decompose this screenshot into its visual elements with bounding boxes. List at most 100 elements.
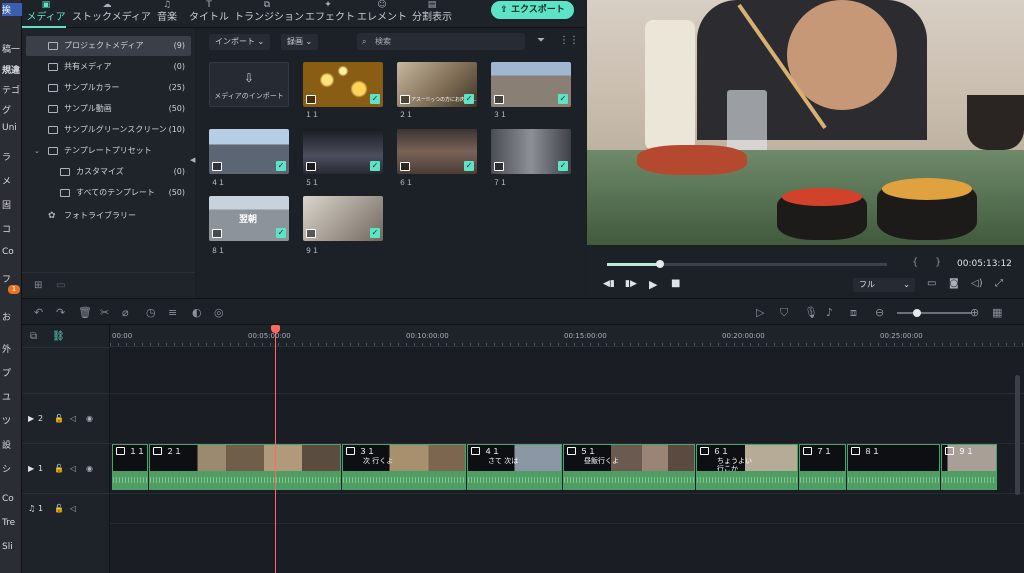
microphone-icon[interactable]: 🎙 — [804, 306, 818, 319]
folder-icon[interactable]: ▭ — [56, 280, 65, 291]
speaker-icon[interactable]: ◁ — [70, 504, 76, 513]
redo-icon[interactable]: ↷ — [56, 306, 65, 319]
adjust-icon[interactable]: ≡ — [168, 306, 177, 319]
play-icon[interactable]: ▶ — [649, 278, 657, 291]
mark-out-icon[interactable]: } — [935, 257, 941, 268]
sidebar-item-sample-colors[interactable]: サンプルカラー (25) — [26, 78, 191, 98]
sidebar-item-customize[interactable]: カスタマイズ (0) — [26, 162, 191, 182]
track-header-video-1[interactable]: ▶ 1 🔓 ◁ ◉ — [22, 443, 110, 493]
sidebar-item-template-presets[interactable]: ⌄ テンプレートプリセット — [26, 141, 191, 161]
subtitle-icon[interactable]: ⧈ — [850, 306, 857, 320]
tag-icon[interactable]: ⌀ — [122, 306, 129, 319]
zoom-in-icon[interactable]: ⊕ — [970, 306, 979, 319]
collapse-panel-icon[interactable]: ◀ — [190, 156, 195, 164]
track-header-video-2[interactable]: ▶ 2 🔓 ◁ ◉ — [22, 393, 110, 443]
stop-icon[interactable]: ■ — [671, 278, 680, 289]
timeline-clip[interactable]: ３１ 次 行くよ — [342, 444, 466, 490]
playhead-handle[interactable] — [271, 325, 280, 333]
media-thumbnail[interactable]: ✓ — [491, 129, 571, 174]
chevron-down-icon[interactable]: ⌄ — [34, 141, 40, 161]
timeline-clip[interactable]: ２１ — [149, 444, 341, 490]
playhead[interactable] — [275, 325, 276, 573]
step-back-icon[interactable]: ◀▮ — [603, 279, 615, 289]
eye-icon[interactable]: ◉ — [86, 414, 93, 423]
os-strip-label[interactable]: シ — [2, 462, 22, 475]
speed-icon[interactable]: ◷ — [146, 306, 156, 319]
os-strip-label[interactable]: 稿一 — [2, 42, 22, 55]
grid-icon[interactable]: ▦ — [992, 306, 1002, 319]
os-strip-label[interactable]: ラ — [2, 150, 22, 163]
undo-icon[interactable]: ↶ — [34, 306, 43, 319]
audio-mix-icon[interactable]: ♪ — [826, 306, 833, 319]
record-dropdown[interactable]: 録画 ⌄ — [281, 34, 319, 50]
monitor-icon[interactable]: ▭ — [927, 278, 936, 289]
media-thumbnail[interactable]: ✓ — [303, 129, 383, 174]
timeline-clip[interactable]: ４１ さて 次は — [467, 444, 562, 490]
os-strip-label[interactable]: 固 — [2, 198, 22, 211]
os-strip-label[interactable]: お — [2, 310, 22, 323]
color-match-icon[interactable]: ◐ — [192, 306, 202, 319]
lock-icon[interactable]: 🔓 — [54, 414, 64, 423]
tab-transitions[interactable]: ⧉ トランジション — [234, 0, 304, 28]
timeline-clip[interactable]: ６１ ちょうよい 行こか — [696, 444, 798, 490]
tab-music[interactable]: ♫ 音楽 — [150, 0, 184, 28]
os-strip-label[interactable]: プ — [2, 366, 22, 379]
render-icon[interactable]: ▷ — [756, 306, 764, 319]
os-strip-label[interactable]: ツ — [2, 414, 22, 427]
fullscreen-icon[interactable]: ⤢ — [995, 278, 1003, 289]
import-media-tile[interactable]: ⇩ メディアのインポート — [209, 62, 289, 107]
media-thumbnail[interactable]: 翌朝 ✓ — [209, 196, 289, 241]
speaker-icon[interactable]: ◁ — [70, 464, 76, 473]
os-strip-label[interactable]: メ — [2, 174, 22, 187]
sidebar-item-green-screen[interactable]: サンプルグリーンスクリーン (10) — [26, 120, 191, 140]
zoom-handle[interactable] — [913, 309, 921, 317]
grid-view-icon[interactable]: ⋮⋮ — [559, 35, 579, 46]
delete-icon[interactable]: 🗑 — [78, 306, 92, 319]
step-forward-icon[interactable]: ▮▶ — [625, 279, 637, 289]
add-track-icon[interactable]: ⧉ — [30, 331, 37, 342]
timeline-clip[interactable]: １１ — [112, 444, 148, 490]
os-strip-label[interactable]: コ — [2, 222, 22, 235]
link-icon[interactable]: ⛓ — [52, 331, 65, 342]
media-thumbnail[interactable]: アスー!!っつの方にお肉 炎… ✓ — [397, 62, 477, 107]
os-strip-label[interactable]: Co — [2, 494, 22, 504]
media-thumbnail[interactable]: ✓ — [397, 129, 477, 174]
os-strip-label[interactable]: 外 — [2, 342, 22, 355]
quality-select[interactable]: フル ⌄ — [853, 278, 915, 292]
os-strip-label[interactable]: ユ — [2, 390, 22, 403]
tab-stock-media[interactable]: ☁ ストックメディア — [72, 0, 151, 28]
sidebar-item-sample-videos[interactable]: サンプル動画 (50) — [26, 99, 191, 119]
track-header-audio-1[interactable]: ♫ 1 🔓 ◁ — [22, 493, 110, 523]
tab-titles[interactable]: T タイトル — [189, 0, 229, 28]
import-dropdown[interactable]: インポート ⌄ — [209, 34, 271, 50]
os-strip-label[interactable]: Uni — [2, 123, 22, 133]
timeline-clip[interactable]: ７１ — [799, 444, 846, 490]
progress-handle[interactable] — [656, 260, 665, 268]
media-thumbnail[interactable]: ✓ — [303, 62, 383, 107]
zoom-out-icon[interactable]: ⊖ — [875, 306, 884, 319]
sidebar-item-all-templates[interactable]: すべてのテンプレート (50) — [26, 183, 191, 203]
speaker-icon[interactable]: ◁ — [70, 414, 76, 423]
sidebar-item-photo-library[interactable]: ✿ フォトライブラリー — [26, 206, 191, 226]
progress-track[interactable] — [607, 260, 887, 268]
timeline-clip[interactable]: ５１ 昼飯行くよ — [563, 444, 695, 490]
timeline-clip[interactable]: ８１ — [847, 444, 940, 490]
os-strip-label[interactable]: テゴ — [2, 83, 22, 96]
sidebar-item-project-media[interactable]: プロジェクトメディア (9) — [26, 36, 191, 56]
lock-icon[interactable]: 🔓 — [54, 504, 64, 513]
vertical-scrollbar[interactable] — [1015, 375, 1020, 495]
cut-icon[interactable]: ✂ — [100, 306, 109, 319]
os-strip-label[interactable]: 挨 — [2, 3, 22, 16]
eye-icon[interactable]: ◉ — [86, 464, 93, 473]
mark-in-icon[interactable]: { — [912, 257, 918, 268]
new-folder-icon[interactable]: ⊞ — [34, 280, 42, 291]
tab-effects[interactable]: ✦ エフェクト — [305, 0, 355, 28]
preview-video[interactable] — [587, 0, 1024, 245]
os-strip-label[interactable]: 規違 — [2, 63, 22, 76]
filter-icon[interactable]: ⏷ — [537, 35, 545, 46]
sidebar-item-shared-media[interactable]: 共有メディア (0) — [26, 57, 191, 77]
os-strip-label[interactable]: 設 — [2, 438, 22, 451]
export-button[interactable]: ⇪ エクスポート — [491, 1, 574, 19]
search-input[interactable]: ⌕ 検索 — [357, 33, 525, 50]
media-thumbnail[interactable]: ✓ — [209, 129, 289, 174]
